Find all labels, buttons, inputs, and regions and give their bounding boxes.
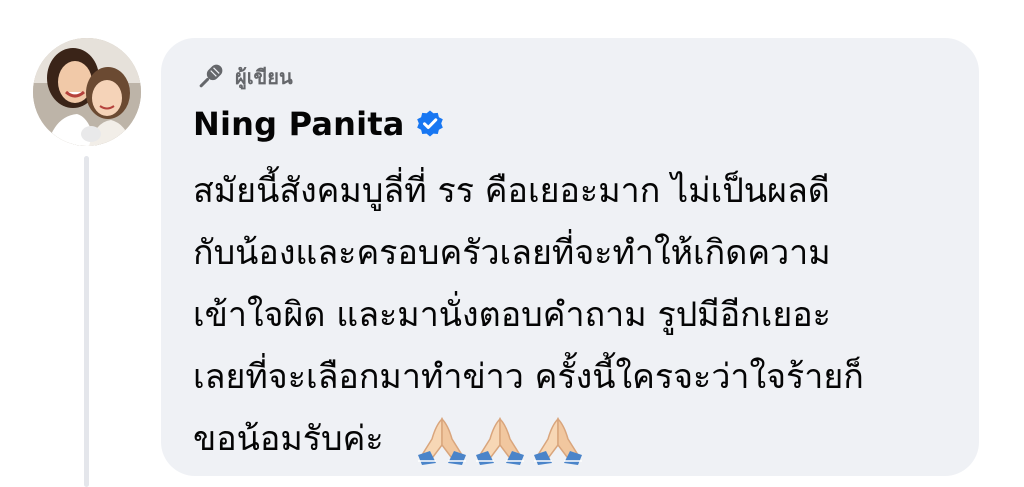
author-badge: ผู้เขียน	[193, 60, 293, 94]
comment-line-5-wrap: ขอน้อมรับค่ะ	[193, 408, 963, 470]
reply-thread-line	[84, 156, 89, 487]
comment-line-4: เลยที่จะเลือกมาทำข่าว ครั้งนี้ใครจะว่าใจ…	[193, 357, 864, 397]
author-name[interactable]: Ning Panita	[193, 102, 405, 146]
microphone-icon	[199, 64, 223, 88]
author-avatar[interactable]	[33, 38, 141, 146]
comment-line-5: ขอน้อมรับค่ะ	[193, 419, 384, 459]
verified-check-icon	[416, 110, 443, 137]
emoji-group	[414, 415, 586, 467]
author-row: Ning Panita	[193, 102, 445, 146]
folded-hands-icon	[417, 416, 466, 465]
comment-bubble: ผู้เขียน Ning Panita สมัยนี้สังคมบูลี่ที…	[161, 38, 979, 476]
author-badge-label: ผู้เขียน	[235, 65, 293, 89]
comment-thread: ผู้เขียน Ning Panita สมัยนี้สังคมบูลี่ที…	[0, 0, 1024, 487]
folded-hands-icon	[475, 416, 524, 465]
comment-line-2: กับน้องและครอบครัวเลยที่จะทำให้เกิดความ	[193, 233, 831, 273]
comment-line-3: เข้าใจผิด และมานั่งตอบคำถาม รูปมีอีกเยอะ	[193, 295, 831, 335]
folded-hands-icon	[533, 416, 582, 465]
comment-body: สมัยนี้สังคมบูลี่ที่ รร คือเยอะมาก ไม่เป…	[193, 160, 963, 470]
comment-line-1: สมัยนี้สังคมบูลี่ที่ รร คือเยอะมาก ไม่เป…	[193, 171, 830, 211]
avatar-photo	[33, 38, 141, 146]
